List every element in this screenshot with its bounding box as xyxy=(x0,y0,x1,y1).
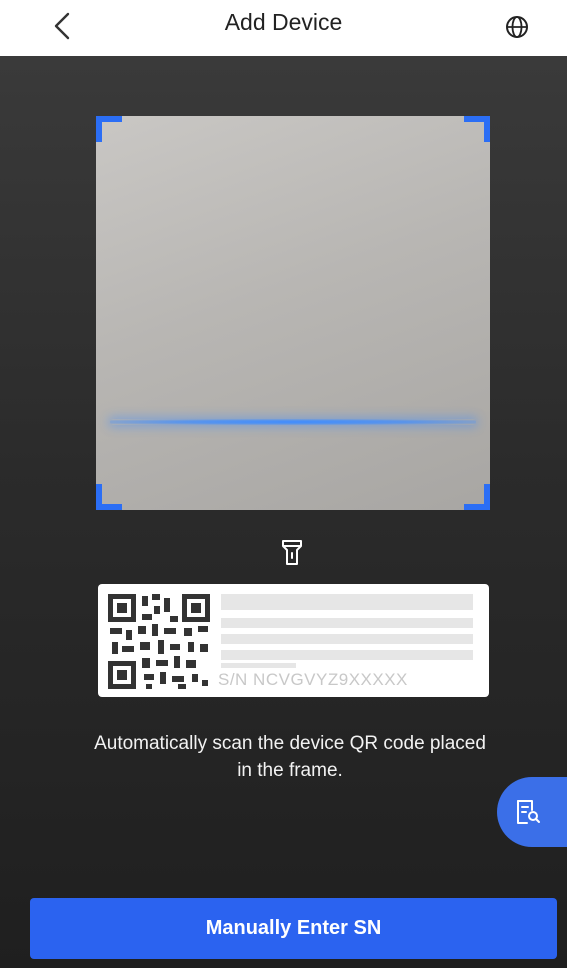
language-button[interactable] xyxy=(497,10,537,44)
frame-corner-bottom-right xyxy=(464,484,490,510)
label-placeholder-line xyxy=(221,594,473,610)
document-search-icon xyxy=(517,800,540,824)
frame-corner-top-right xyxy=(464,116,490,142)
page-title: Add Device xyxy=(224,9,343,35)
flashlight-icon xyxy=(282,540,302,565)
globe-icon xyxy=(506,16,528,38)
frame-corner-top-left xyxy=(96,116,122,142)
scan-instruction: Automatically scan the device QR code pl… xyxy=(94,733,486,781)
nav-header: Add Device xyxy=(0,0,567,56)
label-placeholder-line xyxy=(221,634,473,644)
floating-action-button[interactable] xyxy=(497,777,567,847)
label-placeholder-line xyxy=(221,650,473,660)
label-placeholder-line xyxy=(221,663,296,668)
flashlight-button[interactable] xyxy=(277,537,307,567)
scan-line xyxy=(110,419,476,425)
frame-corner-bottom-left xyxy=(96,484,122,510)
manually-enter-sn-button[interactable]: Manually Enter SN xyxy=(30,898,557,959)
device-label-illustration: S/N NCVGVYZ9XXXXX xyxy=(98,584,489,697)
label-placeholder-line xyxy=(221,618,473,628)
serial-number-text: S/N NCVGVYZ9XXXXX xyxy=(218,670,408,689)
qr-scan-frame xyxy=(96,116,490,510)
qr-code-icon xyxy=(108,594,210,689)
